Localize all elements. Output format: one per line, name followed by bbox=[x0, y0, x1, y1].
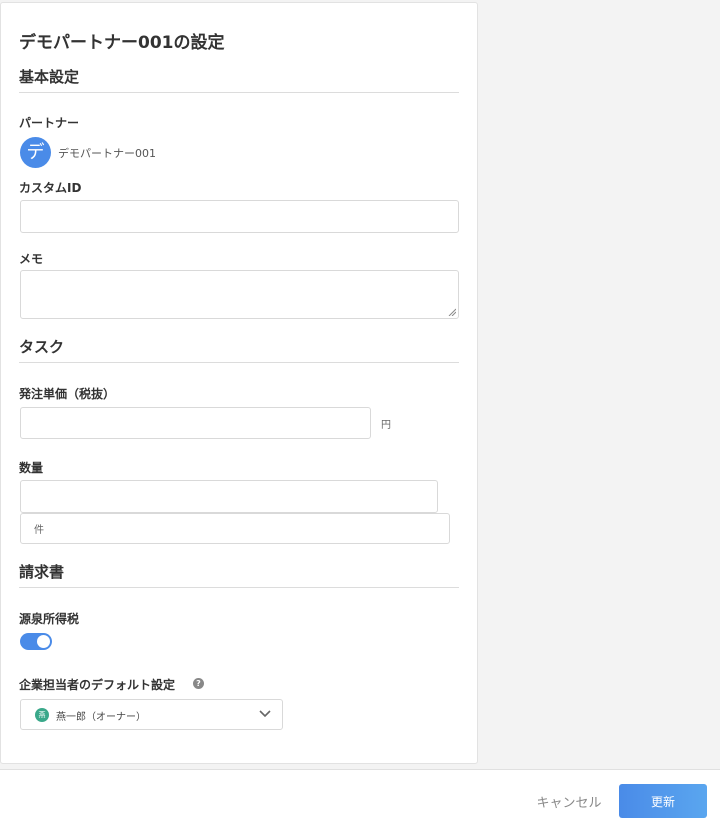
section-heading-invoice: 請求書 bbox=[19, 563, 65, 581]
chevron-down-icon bbox=[259, 710, 271, 718]
partner-label: パートナー bbox=[19, 116, 80, 130]
page-title: デモパートナー001の設定 bbox=[19, 33, 225, 53]
unit-price-input[interactable] bbox=[20, 407, 371, 439]
assignee-selected-value: 燕一郎（オーナー） bbox=[56, 712, 146, 723]
update-button[interactable]: 更新 bbox=[619, 784, 707, 818]
withholding-tax-toggle[interactable] bbox=[20, 633, 52, 650]
withholding-tax-label: 源泉所得税 bbox=[19, 612, 80, 626]
assignee-avatar: 燕 bbox=[35, 708, 49, 722]
section-heading-task: タスク bbox=[19, 338, 65, 356]
toggle-knob bbox=[37, 635, 50, 648]
settings-panel: デモパートナー001の設定 基本設定 パートナー デ デモパートナー001 カス… bbox=[0, 2, 478, 764]
cancel-button[interactable]: キャンセル bbox=[528, 786, 610, 816]
quantity-suffix: 件 bbox=[34, 525, 44, 536]
custom-id-label: カスタムID bbox=[19, 181, 82, 195]
partner-name: デモパートナー001 bbox=[58, 147, 156, 160]
footer-bar: キャンセル 更新 bbox=[0, 769, 720, 828]
default-assignee-select[interactable]: 燕 燕一郎（オーナー） bbox=[20, 699, 283, 730]
divider bbox=[19, 362, 459, 363]
section-heading-basic: 基本設定 bbox=[19, 68, 80, 86]
partner-avatar: デ bbox=[20, 137, 51, 168]
default-assignee-label: 企業担当者のデフォルト設定 bbox=[19, 678, 176, 692]
divider bbox=[19, 587, 459, 588]
resize-grip-icon[interactable] bbox=[448, 308, 456, 316]
quantity-label: 数量 bbox=[19, 461, 44, 475]
quantity-suffix-box bbox=[20, 513, 450, 544]
quantity-input[interactable] bbox=[20, 480, 438, 513]
divider bbox=[19, 92, 459, 93]
help-icon[interactable]: ? bbox=[193, 678, 204, 689]
memo-label: メモ bbox=[19, 252, 44, 266]
custom-id-input[interactable] bbox=[20, 200, 459, 233]
memo-textarea[interactable] bbox=[20, 270, 459, 319]
unit-price-label: 発注単価（税抜） bbox=[19, 387, 116, 401]
unit-price-suffix: 円 bbox=[381, 420, 391, 431]
